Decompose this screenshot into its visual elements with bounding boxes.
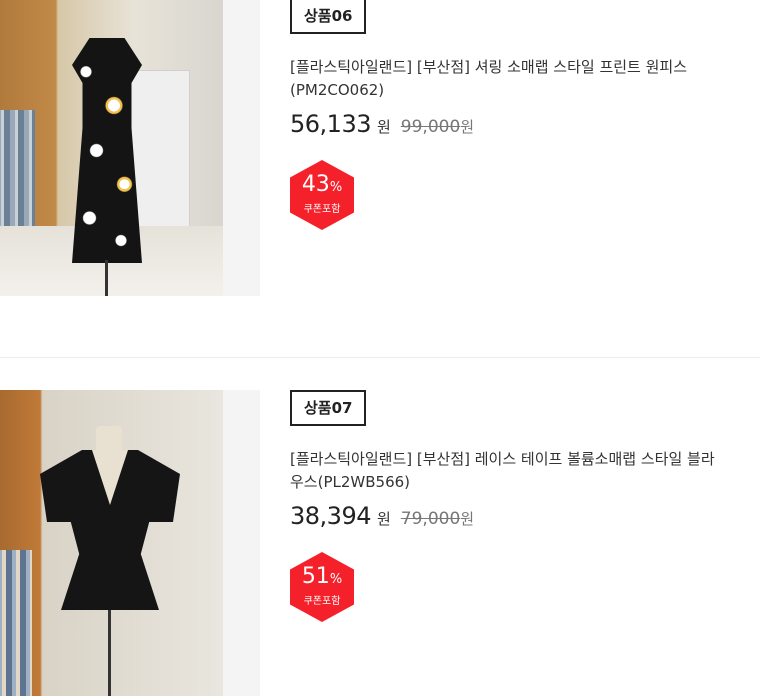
mannequin-stand (108, 610, 111, 696)
discount-badge: 43% 쿠폰포함 (290, 160, 354, 230)
price-unit: 원 (376, 118, 391, 136)
sale-price: 38,394 (290, 502, 371, 530)
product-title[interactable]: [플라스틱아일랜드] [부산점] 셔링 소매랩 스타일 프린트 원피스(PM2C… (290, 56, 720, 102)
discount-unit: % (329, 572, 343, 587)
discount-note: 쿠폰포함 (303, 204, 341, 215)
product-image[interactable] (0, 0, 223, 296)
divider (0, 357, 760, 358)
original-price: 99,000 (400, 117, 461, 137)
product-info: 상품07 [플라스틱아일랜드] [부산점] 레이스 테이프 볼륨소매랩 스타일 … (290, 390, 730, 622)
discount-percent: 51% (290, 565, 354, 592)
product-thumbnail[interactable] (0, 390, 260, 696)
clothing-rack (0, 550, 32, 696)
product-card[interactable]: 상품07 [플라스틱아일랜드] [부산점] 레이스 테이프 볼륨소매랩 스타일 … (0, 390, 760, 696)
discount-value: 43 (301, 172, 330, 197)
sale-price: 56,133 (290, 110, 371, 138)
product-label: 상품06 (290, 0, 367, 34)
original-price-unit: 원 (460, 510, 475, 528)
product-thumbnail[interactable] (0, 0, 260, 296)
discount-percent: 43% (290, 173, 354, 200)
mannequin-head (96, 426, 122, 456)
mannequin-stand (105, 260, 108, 296)
discount-unit: % (329, 180, 343, 195)
price-row: 38,394 원 79,000 원 (290, 502, 730, 530)
original-price-unit: 원 (460, 118, 475, 136)
price-unit: 원 (376, 510, 391, 528)
price-row: 56,133 원 99,000 원 (290, 110, 730, 138)
product-image[interactable] (0, 390, 223, 696)
floral-dress (72, 38, 142, 263)
original-price: 79,000 (400, 509, 461, 529)
discount-note: 쿠폰포함 (303, 596, 341, 607)
product-title[interactable]: [플라스틱아일랜드] [부산점] 레이스 테이프 볼륨소매랩 스타일 블라우스(… (290, 448, 720, 494)
product-label: 상품07 (290, 390, 367, 426)
discount-value: 51 (301, 564, 330, 589)
discount-badge: 51% 쿠폰포함 (290, 552, 354, 622)
product-card[interactable]: 상품06 [플라스틱아일랜드] [부산점] 셔링 소매랩 스타일 프린트 원피스… (0, 0, 760, 296)
product-info: 상품06 [플라스틱아일랜드] [부산점] 셔링 소매랩 스타일 프린트 원피스… (290, 0, 730, 230)
